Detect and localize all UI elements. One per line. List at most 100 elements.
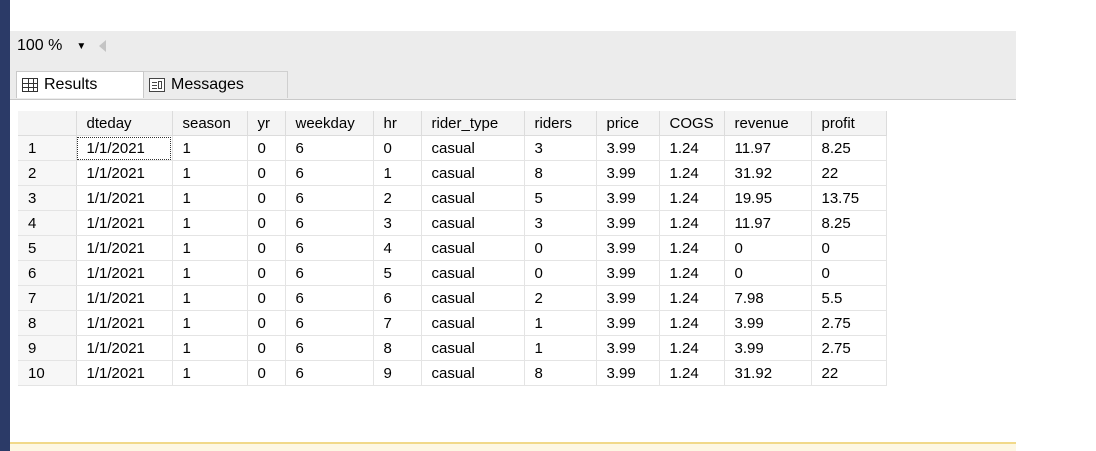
table-cell[interactable]: 0: [247, 160, 286, 186]
table-cell[interactable]: 6: [285, 160, 374, 186]
table-row[interactable]: 6 1/1/2021 1 0 6 5 casual 0 3.99 1.24 0 0: [18, 260, 887, 286]
table-row[interactable]: 2 1/1/2021 1 0 6 1 casual 8 3.99 1.24 31.92 22: [18, 160, 887, 186]
table-cell[interactable]: 1.24: [659, 160, 725, 186]
table-cell[interactable]: 1.24: [659, 210, 725, 236]
row-number[interactable]: 2: [18, 160, 77, 186]
table-cell[interactable]: 6: [285, 360, 374, 386]
table-cell[interactable]: 8: [373, 335, 422, 361]
table-row[interactable]: 4 1/1/2021 1 0 6 3 casual 3 3.99 1.24 11.97 8.25: [18, 210, 887, 236]
table-cell[interactable]: 31.92: [724, 360, 812, 386]
table-cell[interactable]: 1: [524, 310, 597, 336]
table-cell[interactable]: casual: [421, 335, 525, 361]
table-cell[interactable]: casual: [421, 160, 525, 186]
table-cell[interactable]: 6: [285, 185, 374, 211]
table-cell[interactable]: casual: [421, 185, 525, 211]
results-grid-pane[interactable]: dteday season yr weekday hr rider_type riders p…: [10, 99, 1016, 443]
table-cell[interactable]: 3.99: [596, 285, 660, 311]
table-cell[interactable]: 0: [247, 210, 286, 236]
table-cell[interactable]: 1/1/2021: [76, 185, 173, 211]
table-cell[interactable]: 1/1/2021: [76, 285, 173, 311]
column-header[interactable]: dteday: [76, 111, 173, 136]
table-row[interactable]: 7 1/1/2021 1 0 6 6 casual 2 3.99 1.24 7.98 5.5: [18, 285, 887, 311]
table-cell[interactable]: 19.95: [724, 185, 812, 211]
table-cell[interactable]: 7: [373, 310, 422, 336]
table-cell[interactable]: 0: [247, 360, 286, 386]
table-cell[interactable]: 0: [811, 235, 887, 261]
table-cell[interactable]: 2.75: [811, 335, 887, 361]
table-row[interactable]: 10 1/1/2021 1 0 6 9 casual 8 3.99 1.24 31.92 22: [18, 360, 887, 386]
table-cell[interactable]: 3.99: [596, 185, 660, 211]
table-cell[interactable]: 31.92: [724, 160, 812, 186]
table-cell[interactable]: 1.24: [659, 185, 725, 211]
query-editor-area[interactable]: [10, 0, 1096, 31]
table-cell[interactable]: 8: [524, 360, 597, 386]
column-header[interactable]: price: [596, 111, 660, 136]
table-cell[interactable]: 1/1/2021: [76, 335, 173, 361]
table-cell[interactable]: 6: [285, 135, 374, 161]
table-cell[interactable]: casual: [421, 285, 525, 311]
table-row[interactable]: 8 1/1/2021 1 0 6 7 casual 1 3.99 1.24 3.99 2.75: [18, 310, 887, 336]
table-cell[interactable]: 0: [247, 185, 286, 211]
table-cell[interactable]: 0: [247, 335, 286, 361]
table-cell[interactable]: 3.99: [596, 335, 660, 361]
table-cell[interactable]: casual: [421, 310, 525, 336]
table-cell[interactable]: 1.24: [659, 260, 725, 286]
table-cell[interactable]: 3.99: [596, 210, 660, 236]
table-cell[interactable]: 4: [373, 235, 422, 261]
table-cell[interactable]: 3.99: [596, 260, 660, 286]
table-cell[interactable]: 0: [247, 135, 286, 161]
table-cell[interactable]: 8.25: [811, 135, 887, 161]
table-cell[interactable]: 1.24: [659, 310, 725, 336]
table-cell[interactable]: 6: [285, 235, 374, 261]
table-cell[interactable]: 6: [285, 310, 374, 336]
row-number-header[interactable]: [18, 111, 77, 136]
table-cell[interactable]: 22: [811, 360, 887, 386]
table-cell[interactable]: 1: [373, 160, 422, 186]
table-cell[interactable]: 1/1/2021: [76, 135, 173, 161]
row-number[interactable]: 8: [18, 310, 77, 336]
table-cell[interactable]: 1: [172, 135, 248, 161]
table-cell[interactable]: 8: [524, 160, 597, 186]
table-cell[interactable]: 1: [172, 360, 248, 386]
table-cell[interactable]: 13.75: [811, 185, 887, 211]
table-cell[interactable]: 3.99: [724, 310, 812, 336]
table-cell[interactable]: 1: [172, 335, 248, 361]
table-cell[interactable]: 2: [373, 185, 422, 211]
table-cell[interactable]: 1: [172, 310, 248, 336]
table-cell[interactable]: 2: [524, 285, 597, 311]
table-cell[interactable]: 6: [285, 285, 374, 311]
column-header[interactable]: COGS: [659, 111, 725, 136]
row-number[interactable]: 1: [18, 135, 77, 161]
scroll-left-icon[interactable]: [99, 40, 107, 52]
table-cell[interactable]: 1.24: [659, 360, 725, 386]
table-cell[interactable]: 3: [373, 210, 422, 236]
results-grid[interactable]: dteday season yr weekday hr rider_type riders p…: [18, 111, 887, 386]
table-cell[interactable]: 1/1/2021: [76, 360, 173, 386]
table-cell[interactable]: 0: [247, 235, 286, 261]
table-row[interactable]: 9 1/1/2021 1 0 6 8 casual 1 3.99 1.24 3.99 2.75: [18, 335, 887, 361]
table-cell[interactable]: 6: [285, 210, 374, 236]
table-cell[interactable]: 6: [373, 285, 422, 311]
column-header[interactable]: profit: [811, 111, 887, 136]
table-cell[interactable]: 0: [247, 310, 286, 336]
column-header[interactable]: revenue: [724, 111, 812, 136]
column-header[interactable]: riders: [524, 111, 597, 136]
table-row[interactable]: 3 1/1/2021 1 0 6 2 casual 5 3.99 1.24 19.95 13.75: [18, 185, 887, 211]
table-cell[interactable]: 1/1/2021: [76, 260, 173, 286]
table-cell[interactable]: 6: [285, 260, 374, 286]
column-header[interactable]: rider_type: [421, 111, 525, 136]
table-cell[interactable]: 3.99: [596, 235, 660, 261]
table-cell[interactable]: casual: [421, 360, 525, 386]
table-cell[interactable]: casual: [421, 135, 525, 161]
table-cell[interactable]: 1.24: [659, 235, 725, 261]
table-cell[interactable]: 8.25: [811, 210, 887, 236]
row-number[interactable]: 4: [18, 210, 77, 236]
table-row[interactable]: 5 1/1/2021 1 0 6 4 casual 0 3.99 1.24 0 0: [18, 235, 887, 261]
table-cell[interactable]: 5: [373, 260, 422, 286]
table-cell[interactable]: 0: [247, 285, 286, 311]
table-cell[interactable]: 1.24: [659, 335, 725, 361]
table-cell[interactable]: 3: [524, 135, 597, 161]
column-header[interactable]: season: [172, 111, 248, 136]
table-cell[interactable]: 5: [524, 185, 597, 211]
table-cell[interactable]: 0: [247, 260, 286, 286]
